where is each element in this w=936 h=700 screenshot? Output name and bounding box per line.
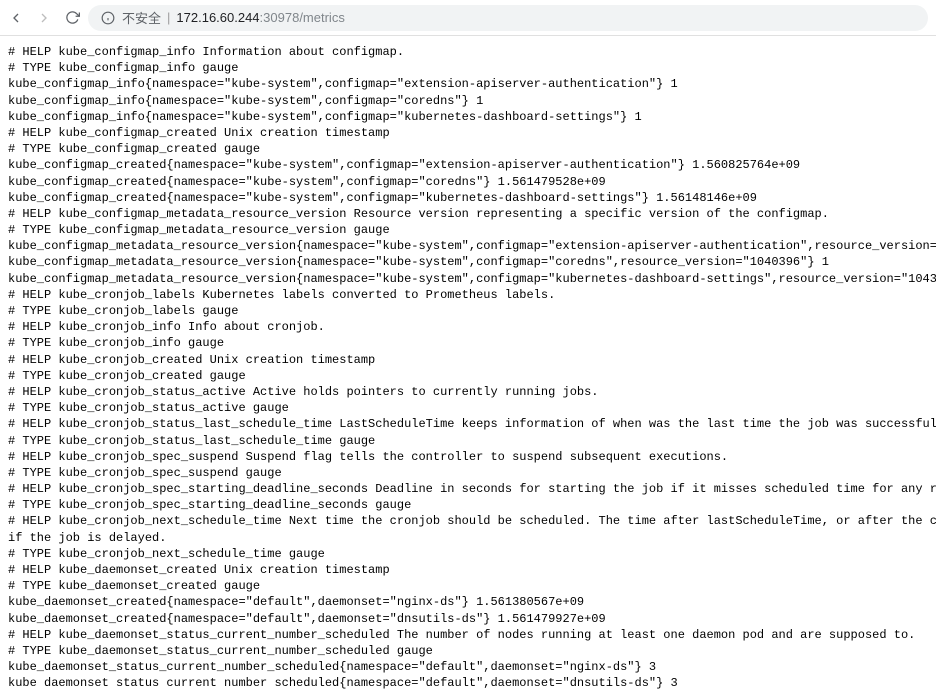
security-label: 不安全 [122,8,161,27]
nav-buttons [8,10,80,26]
url-host: 172.16.60.244 [176,10,259,25]
url-divider: | [167,10,170,25]
url-path: /metrics [299,10,345,25]
url-port: :30978 [260,10,300,25]
browser-toolbar: 不安全 | 172.16.60.244:30978/metrics [0,0,936,36]
info-icon[interactable] [100,10,116,26]
reload-icon[interactable] [64,10,80,26]
forward-icon[interactable] [36,10,52,26]
url-display: 172.16.60.244:30978/metrics [176,9,344,27]
back-icon[interactable] [8,10,24,26]
address-bar[interactable]: 不安全 | 172.16.60.244:30978/metrics [88,5,928,31]
metrics-content: # HELP kube_configmap_info Information a… [0,36,936,700]
